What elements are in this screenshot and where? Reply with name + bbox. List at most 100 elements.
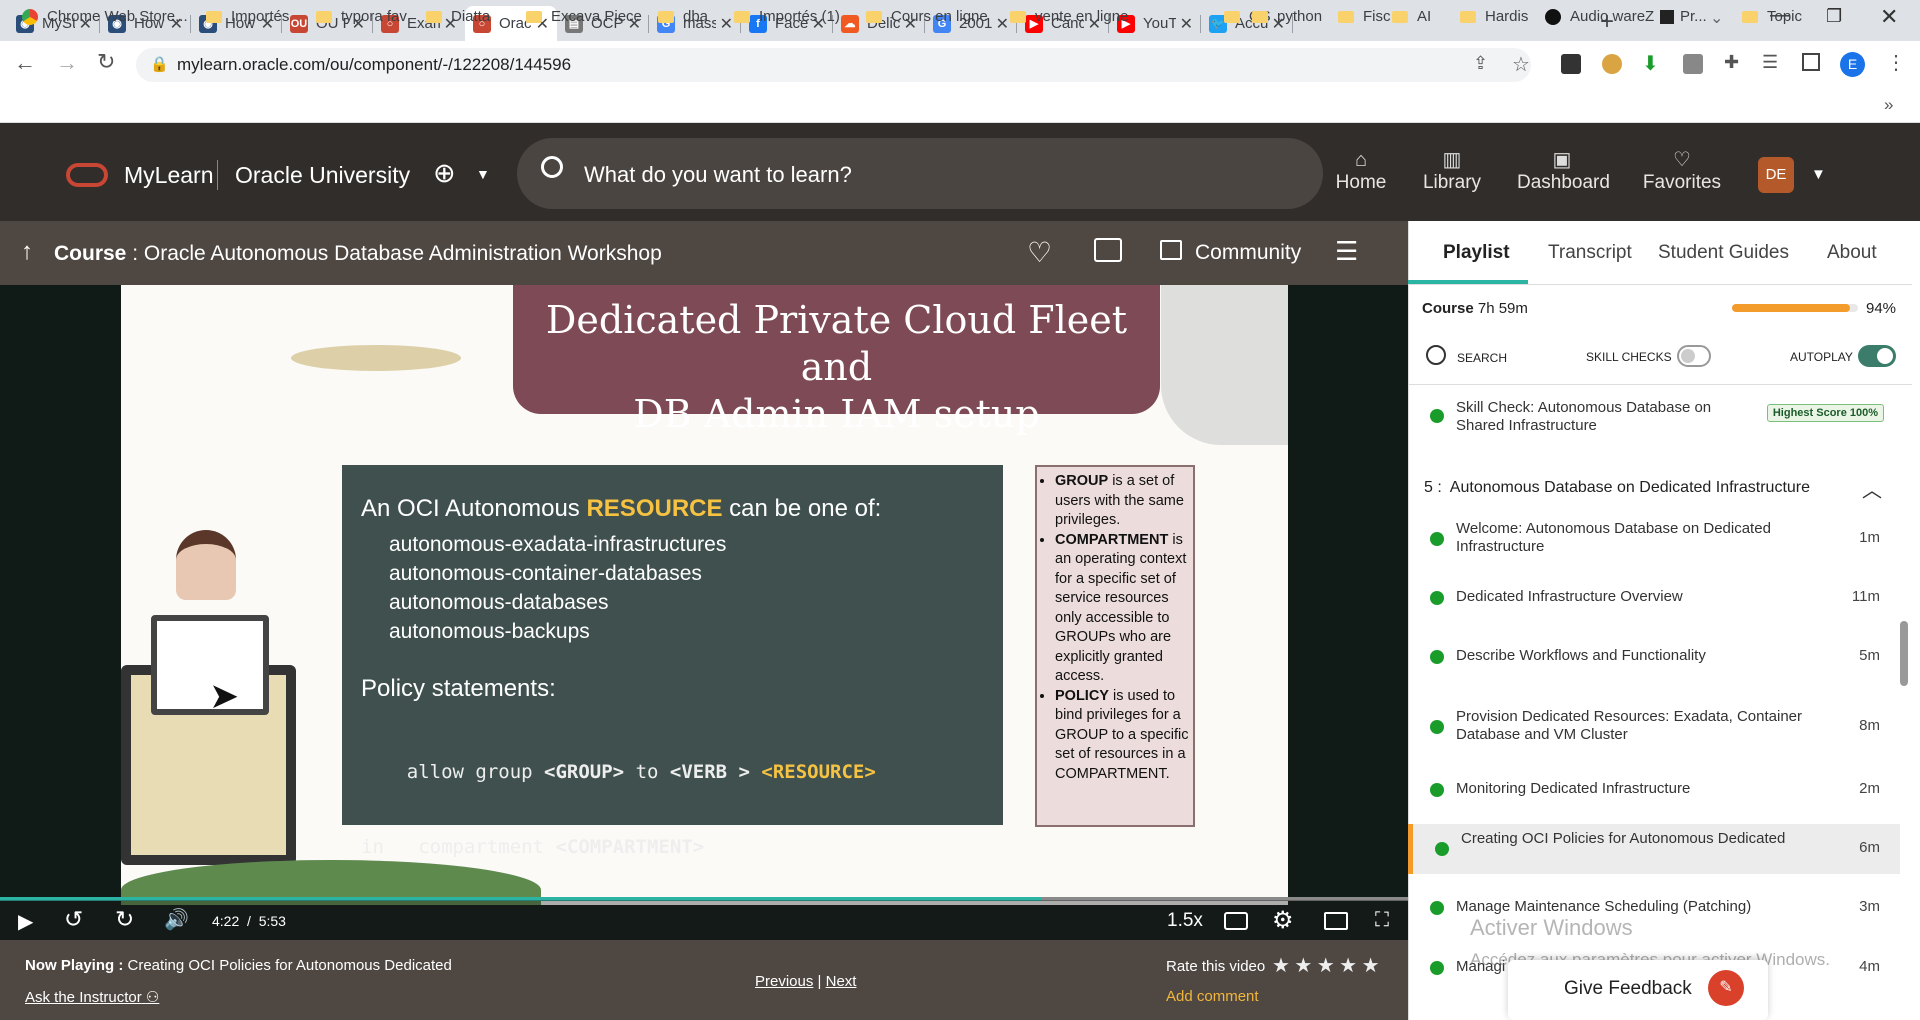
playlist-menu-icon[interactable]: ☰ bbox=[1335, 236, 1358, 267]
forward-10-icon[interactable]: ↻ bbox=[115, 906, 134, 933]
volume-icon[interactable]: 🔊 bbox=[164, 907, 189, 932]
scrollbar[interactable] bbox=[1900, 621, 1908, 686]
bookmark-item[interactable]: Fisc bbox=[1338, 8, 1391, 25]
ask-instructor-label[interactable]: Ask the Instructor bbox=[25, 989, 142, 1006]
reading-list-icon[interactable]: ☰ bbox=[1762, 52, 1778, 73]
tab-search-icon[interactable]: ⌄ bbox=[1710, 8, 1723, 28]
download-extension-icon[interactable]: ⬇ bbox=[1642, 51, 1659, 76]
profile-avatar[interactable]: E bbox=[1840, 52, 1865, 77]
tab-about[interactable]: About bbox=[1827, 242, 1877, 264]
bookmark-item[interactable]: Pr... bbox=[1660, 8, 1707, 25]
user-menu-chevron-icon[interactable]: ▼ bbox=[1811, 166, 1826, 183]
fullscreen-icon[interactable]: ⛶ bbox=[1375, 909, 1389, 932]
forward-icon[interactable]: → bbox=[56, 50, 78, 76]
puzzle-extensions-icon[interactable]: ✚ bbox=[1724, 52, 1739, 73]
search-icon[interactable] bbox=[1426, 345, 1446, 365]
course-title[interactable]: Oracle Autonomous Database Administratio… bbox=[144, 242, 662, 265]
close-tab-icon[interactable]: ✕ bbox=[1180, 14, 1193, 34]
skill-checks-toggle[interactable] bbox=[1677, 345, 1711, 367]
playlist-item[interactable]: Provision Dedicated Resources: Exadata, … bbox=[1408, 702, 1900, 752]
section-header[interactable]: 5 : Autonomous Database on Dedicated Inf… bbox=[1424, 479, 1810, 497]
bookmark-item[interactable]: Importés (1) bbox=[734, 8, 840, 25]
bookmark-item[interactable]: Audio wareZ bbox=[1545, 8, 1654, 25]
bookmark-item[interactable]: Diatta bbox=[426, 8, 490, 25]
brand-name[interactable]: MyLearn bbox=[124, 162, 213, 189]
more-bookmarks-icon[interactable]: » bbox=[1884, 95, 1893, 115]
playback-speed-button[interactable]: 1.5x bbox=[1167, 910, 1203, 932]
url-text[interactable]: mylearn.oracle.com/ou/component/-/122208… bbox=[177, 55, 571, 75]
skill-check-item[interactable]: Skill Check: Autonomous Database on Shar… bbox=[1408, 397, 1900, 437]
share-icon[interactable] bbox=[1094, 238, 1122, 262]
nav-library[interactable]: ▥ Library bbox=[1407, 148, 1497, 194]
playlist-item[interactable]: Monitoring Dedicated Infrastructure 2m bbox=[1408, 765, 1900, 815]
playlist-item[interactable]: Welcome: Autonomous Database on Dedicate… bbox=[1408, 514, 1900, 564]
globe-icon[interactable]: ⊕ bbox=[433, 158, 456, 189]
side-panel-icon[interactable] bbox=[1802, 53, 1820, 71]
bookmark-item[interactable]: Importés bbox=[206, 8, 289, 25]
bookmark-item[interactable]: vente en ligne bbox=[1010, 8, 1128, 25]
extension-icon[interactable] bbox=[1561, 54, 1581, 74]
lock-icon[interactable]: 🔒 bbox=[150, 55, 169, 73]
tab-playlist[interactable]: Playlist bbox=[1443, 242, 1510, 264]
star-icon[interactable]: ★ bbox=[1317, 955, 1335, 977]
captions-icon[interactable] bbox=[1224, 912, 1248, 930]
bookmark-item[interactable]: Cours en ligne bbox=[866, 8, 988, 25]
search-input[interactable]: What do you want to learn? bbox=[584, 162, 852, 188]
bookmark-item[interactable]: Hardis bbox=[1460, 8, 1528, 25]
avatar[interactable]: DE bbox=[1758, 157, 1794, 193]
close-tab-icon[interactable]: ✕ bbox=[720, 14, 733, 34]
oracle-logo-icon[interactable] bbox=[66, 163, 108, 187]
playlist-item[interactable]: Creating OCI Policies for Autonomous Ded… bbox=[1408, 824, 1900, 874]
bookmark-item[interactable]: dba bbox=[658, 8, 708, 25]
favorite-heart-icon[interactable]: ♡ bbox=[1027, 236, 1052, 269]
bookmark-item[interactable]: Chrome Web Store... bbox=[22, 8, 188, 25]
nav-home[interactable]: ⌂ Home bbox=[1316, 148, 1406, 194]
playlist-search-button[interactable]: SEARCH bbox=[1457, 351, 1507, 365]
close-window-button[interactable]: ✕ bbox=[1880, 4, 1898, 30]
settings-gear-icon[interactable]: ⚙ bbox=[1272, 906, 1294, 935]
star-icon[interactable]: ★ bbox=[1294, 955, 1312, 977]
reload-icon[interactable]: ↻ bbox=[97, 49, 115, 75]
picture-in-picture-icon[interactable] bbox=[1324, 912, 1348, 930]
browser-menu-icon[interactable]: ⋮ bbox=[1886, 50, 1906, 75]
ask-instructor-link[interactable]: Ask the Instructor ⚇ bbox=[25, 988, 159, 1006]
tab-student-guides[interactable]: Student Guides bbox=[1658, 242, 1789, 264]
next-link[interactable]: Next bbox=[826, 973, 857, 990]
back-to-course-icon[interactable]: ↑ bbox=[21, 238, 33, 266]
extension-icon[interactable] bbox=[1683, 54, 1703, 74]
star-icon[interactable]: ★ bbox=[1362, 955, 1380, 977]
maximize-button[interactable]: ❐ bbox=[1826, 6, 1842, 27]
bookmark-item[interactable]: AI bbox=[1392, 8, 1431, 25]
feedback-chat-icon[interactable]: ✎ bbox=[1708, 970, 1744, 1006]
give-feedback-label[interactable]: Give Feedback bbox=[1564, 978, 1692, 1000]
star-icon[interactable]: ★ bbox=[1272, 955, 1290, 977]
nav-dashboard[interactable]: ▣ Dashboard bbox=[1517, 148, 1610, 194]
previous-link[interactable]: Previous bbox=[755, 973, 813, 990]
community-icon[interactable] bbox=[1160, 240, 1182, 260]
autoplay-toggle[interactable] bbox=[1858, 345, 1896, 367]
cookie-extension-icon[interactable] bbox=[1602, 54, 1622, 74]
playlist-item[interactable]: Dedicated Infrastructure Overview 11m bbox=[1408, 573, 1900, 623]
collapse-chevron-icon[interactable]: ︿ bbox=[1862, 474, 1882, 503]
add-comment-link[interactable]: Add comment bbox=[1166, 988, 1259, 1005]
language-dropdown-icon[interactable]: ▼ bbox=[476, 166, 490, 182]
share-icon[interactable]: ⇪ bbox=[1473, 53, 1488, 74]
tab-transcript[interactable]: Transcript bbox=[1548, 242, 1632, 264]
rewind-10-icon[interactable]: ↺ bbox=[64, 906, 83, 933]
star-icon[interactable]: ★ bbox=[1339, 955, 1357, 977]
close-tab-icon[interactable]: ✕ bbox=[996, 14, 1009, 34]
back-icon[interactable]: ← bbox=[14, 50, 36, 76]
bookmark-item[interactable]: Excava Piece bbox=[526, 8, 642, 25]
instructor-icon[interactable]: ⚇ bbox=[146, 989, 159, 1006]
search-icon[interactable] bbox=[541, 156, 563, 178]
nav-favorites[interactable]: ♡ Favorites bbox=[1637, 148, 1727, 194]
playlist-item[interactable]: Describe Workflows and Functionality 5m bbox=[1408, 632, 1900, 682]
play-icon[interactable]: ▶ bbox=[18, 909, 33, 934]
bookmark-item[interactable]: python bbox=[1252, 8, 1322, 25]
bookmark-item[interactable]: Topic bbox=[1742, 8, 1802, 25]
community-link[interactable]: Community bbox=[1195, 241, 1301, 265]
bookmark-item[interactable]: typora fav bbox=[316, 8, 407, 25]
star-bookmark-icon[interactable]: ☆ bbox=[1512, 52, 1530, 77]
rating-stars[interactable]: ★ ★ ★ ★ ★ bbox=[1272, 953, 1380, 978]
give-feedback-button[interactable]: Give Feedback ✎ bbox=[1508, 960, 1768, 1020]
